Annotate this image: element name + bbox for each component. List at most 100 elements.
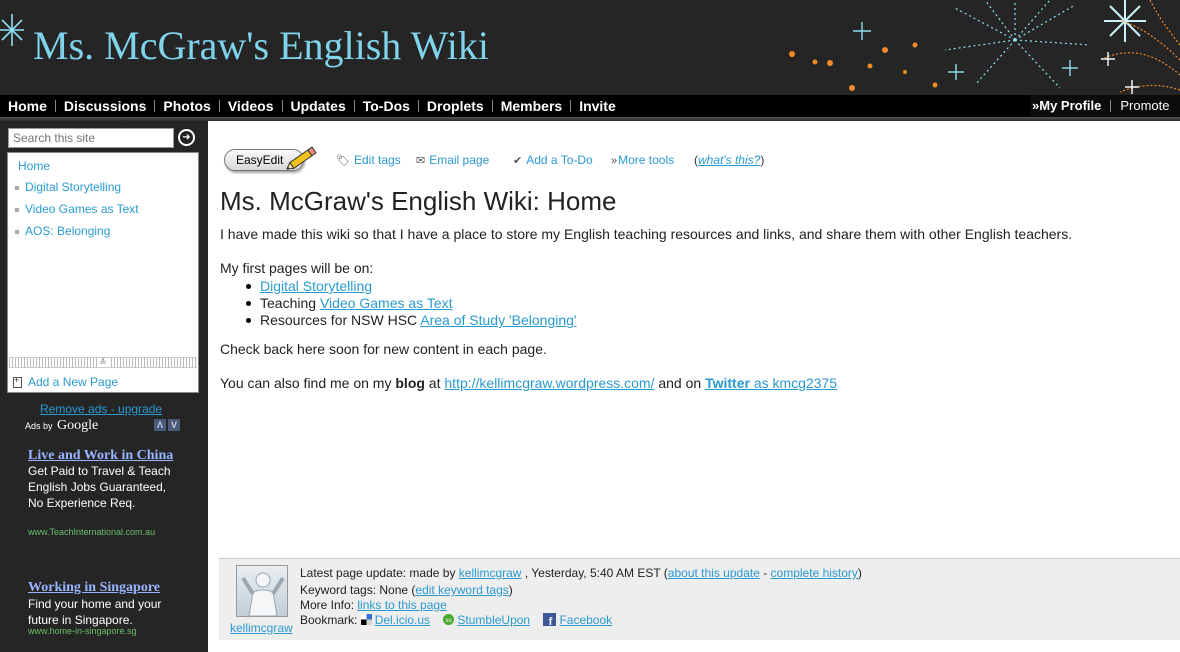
close-paren: ) [508, 583, 513, 597]
ad-url[interactable]: www.TeachInternational.com.au [28, 527, 178, 537]
main-nav: Home Discussions Photos Videos Updates T… [0, 95, 1180, 117]
tag-icon: 🏷 [336, 155, 350, 167]
nav-videos[interactable]: Videos [220, 99, 283, 113]
keyword-label: Keyword tags: None ( [300, 583, 416, 597]
edit-keyword-tags-link[interactable]: edit keyword tags [415, 583, 508, 597]
at-text: at [424, 375, 445, 391]
search-input[interactable] [8, 128, 174, 148]
page-info-footer: kellimcgraw Latest page update: made by … [219, 558, 1180, 640]
digital-storytelling-link[interactable]: Digital Storytelling [260, 278, 372, 294]
nav-photos[interactable]: Photos [155, 99, 220, 113]
site-title[interactable]: Ms. McGraw's English Wiki [33, 22, 489, 69]
sidebar-item-video-games[interactable]: Video Games as Text [15, 202, 139, 216]
bookmark-label: Bookmark: [300, 613, 361, 627]
video-games-link[interactable]: Video Games as Text [320, 295, 453, 311]
dash-text: - [759, 566, 771, 580]
ad-body[interactable]: Get Paid to Travel & Teach English Jobs … [28, 463, 180, 511]
whats-this: (what's this?) [694, 153, 765, 167]
bullet-icon [15, 207, 19, 212]
my-profile-link[interactable]: »My Profile [1030, 99, 1112, 112]
find-me-prefix: You can also find me on my [220, 375, 396, 391]
nav-home[interactable]: Home [0, 99, 56, 113]
first-pages-label: My first pages will be on: [220, 260, 374, 276]
nav-droplets[interactable]: Droplets [419, 99, 493, 113]
sidebar-item-aos-belonging[interactable]: AOS: Belonging [15, 224, 110, 238]
ads-by-label: Ads by [25, 421, 53, 431]
bullet-icon [15, 229, 19, 234]
and-on-text: and on [654, 375, 706, 391]
complete-history-link[interactable]: complete history [771, 566, 858, 580]
latest-time: , Yesterday, 5:40 AM EST ( [521, 566, 668, 580]
more-info-line: More Info: links to this page [300, 598, 447, 612]
promote-link[interactable]: Promote [1111, 99, 1178, 112]
latest-update-line: Latest page update: made by kellimcgraw … [300, 566, 862, 580]
list-item: Teaching Video Games as Text [246, 295, 577, 312]
add-page-label: Add a New Page [28, 375, 119, 389]
more-tools-link[interactable]: »More tools [611, 153, 674, 167]
blog-link[interactable]: http://kellimcgraw.wordpress.com/ [444, 375, 654, 391]
double-chevron-icon: » [611, 155, 618, 167]
nav-members[interactable]: Members [493, 99, 572, 113]
area-of-study-link[interactable]: Area of Study 'Belonging' [420, 312, 576, 328]
user-avatar-icon [241, 572, 285, 616]
ad-navigation: Λ V [154, 419, 180, 431]
about-update-link[interactable]: about this update [668, 566, 760, 580]
email-page-label: Email page [429, 153, 490, 167]
first-pages-list: Digital Storytelling Teaching Video Game… [246, 278, 577, 329]
delicious-icon [360, 614, 372, 625]
ad-prev-button[interactable]: Λ [154, 419, 166, 431]
sidebar-item-label: AOS: Belonging [25, 224, 111, 238]
search-button[interactable]: ➜ [178, 129, 195, 146]
page-toolbar: EasyEdit 🏷 Edit tags ✉ Email page ✔ Add a T… [222, 144, 782, 178]
whats-this-link[interactable]: what's this? [698, 153, 760, 167]
arrow-right-icon: ➜ [180, 131, 193, 144]
avatar-username-link[interactable]: kellimcgraw [230, 621, 293, 635]
page-title: Ms. McGraw's English Wiki: Home [220, 186, 617, 216]
sidebar: ➜ Home Digital Storytelling Video Games … [0, 121, 208, 652]
page-navigation-panel: Home Digital Storytelling Video Games as… [7, 152, 199, 393]
stumbleupon-link[interactable]: StumbleUpon [457, 613, 530, 627]
remove-ads-link[interactable]: Remove ads - upgrade [40, 402, 162, 416]
envelope-icon: ✉ [416, 155, 426, 167]
twitter-handle: as kmcg2375 [749, 375, 838, 391]
twitter-link[interactable]: Twitter as kmcg2375 [705, 375, 837, 391]
ad-url[interactable]: www.home-in-singapore.sg [28, 626, 178, 636]
find-me-text: You can also find me on my blog at http:… [220, 375, 837, 391]
nav-updates[interactable]: Updates [283, 99, 355, 113]
easyedit-button[interactable]: EasyEdit [222, 144, 318, 176]
ad-title[interactable]: Working in Singapore [28, 580, 160, 596]
double-chevron-down-icon: ≚ [97, 357, 109, 367]
edit-tags-link[interactable]: 🏷 Edit tags [336, 153, 401, 167]
nav-discussions[interactable]: Discussions [56, 99, 156, 113]
stumbleupon-icon: su [443, 614, 455, 625]
twitter-word: Twitter [705, 375, 750, 391]
sidebar-item-digital-storytelling[interactable]: Digital Storytelling [15, 180, 121, 194]
avatar[interactable] [236, 565, 288, 617]
list-item-text: Teaching [260, 295, 320, 311]
intro-text: I have made this wiki so that I have a p… [220, 226, 1073, 242]
sidebar-item-home[interactable]: Home [18, 159, 50, 173]
site-header: Ms. McGraw's English Wiki [0, 0, 1180, 95]
pencil-icon [286, 146, 317, 170]
email-page-link[interactable]: ✉ Email page [416, 153, 489, 167]
panel-resize-handle[interactable]: ≚ [9, 357, 197, 368]
sidebar-item-label: Digital Storytelling [25, 180, 122, 194]
nav-invite[interactable]: Invite [571, 99, 624, 113]
google-logo: Google [57, 418, 99, 433]
ad-title[interactable]: Live and Work in China [28, 448, 173, 464]
links-to-page-link[interactable]: links to this page [357, 598, 446, 612]
checkmark-icon: ✔ [513, 155, 523, 167]
ad-body[interactable]: Find your home and your future in Singap… [28, 596, 180, 628]
edit-tags-label: Edit tags [353, 153, 401, 167]
svg-text:su: su [446, 618, 452, 624]
delicious-link[interactable]: Del.icio.us [375, 613, 430, 627]
nav-todos[interactable]: To-Dos [355, 99, 419, 113]
more-info-label: More Info: [300, 598, 358, 612]
ads-by-google[interactable]: Ads by Google [25, 418, 98, 434]
latest-user-link[interactable]: kellimcgraw [459, 566, 522, 580]
facebook-link[interactable]: Facebook [559, 613, 612, 627]
add-new-page-link[interactable]: Add a New Page [9, 372, 197, 392]
ad-next-button[interactable]: V [168, 419, 180, 431]
add-todo-link[interactable]: ✔ Add a To-Do [513, 153, 593, 167]
new-page-icon [13, 375, 22, 388]
